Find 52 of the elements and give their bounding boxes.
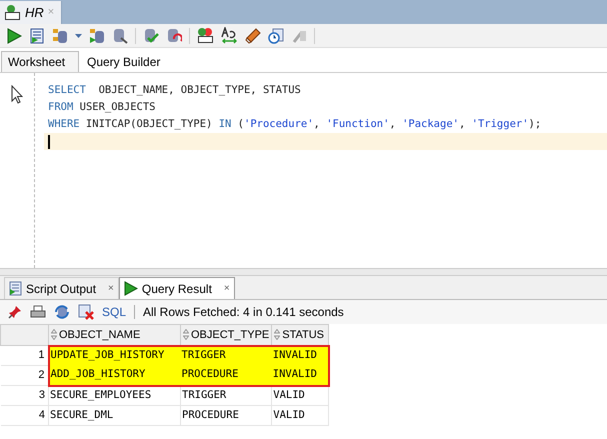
editor-tab[interactable]: Worksheet (1, 51, 79, 72)
close-icon[interactable]: × (108, 281, 114, 296)
tab-title: HR (25, 4, 44, 22)
table-cell: UPDATE_JOB_HISTORY (48, 346, 180, 366)
font-case-icon[interactable] (221, 27, 238, 44)
column-header[interactable]: STATUS (272, 324, 329, 346)
database-icon[interactable] (89, 28, 105, 44)
row-number: 3 (0, 386, 48, 406)
table-cell: INVALID (272, 346, 329, 366)
close-icon[interactable]: × (224, 281, 230, 296)
table-cell: ADD_JOB_HISTORY (48, 366, 180, 386)
sort-icon (183, 329, 189, 340)
row-number: 4 (0, 406, 48, 426)
code-line: FROM USER_OBJECTS (48, 100, 156, 115)
clock-icon[interactable] (268, 28, 284, 44)
play-icon (124, 281, 138, 296)
code-line: WHERE INITCAP(OBJECT_TYPE) IN ('Procedure', 'Function', 'Package', 'Trigger'); (48, 116, 542, 132)
table-cell: SECURE_DML (48, 406, 180, 426)
database-icon[interactable] (52, 28, 68, 44)
result-tab[interactable]: Query Result × (118, 277, 235, 299)
refresh-icon[interactable] (54, 304, 70, 320)
document-tab[interactable]: HR × (0, 1, 62, 24)
fetch-status: All Rows Fetched: 4 in 0.141 seconds (143, 304, 344, 321)
text-cursor (48, 134, 50, 148)
table-cell: TRIGGER (180, 386, 272, 406)
pin-icon[interactable] (8, 305, 22, 319)
eraser-icon[interactable] (245, 28, 261, 44)
code-line: SELECT OBJECT_NAME, OBJECT_TYPE, STATUS (48, 82, 301, 98)
pointer-icon (11, 85, 23, 104)
run-icon[interactable] (6, 28, 22, 44)
table-cell: PROCEDURE (180, 406, 272, 426)
sql-link[interactable]: SQL (102, 303, 126, 321)
table-cell: VALID (272, 406, 329, 426)
delete-icon[interactable] (78, 304, 94, 320)
database-icon (4, 4, 21, 21)
column-header[interactable]: OBJECT_NAME (48, 324, 180, 346)
commit-icon[interactable] (143, 28, 159, 44)
table-cell: TRIGGER (180, 346, 272, 366)
printer-icon[interactable] (30, 305, 46, 319)
rollback-icon[interactable] (166, 28, 182, 44)
table-cell: INVALID (272, 366, 329, 386)
table-cell: VALID (272, 386, 329, 406)
table-cell: SECURE_EMPLOYEES (48, 386, 180, 406)
sql-icon[interactable] (197, 27, 214, 44)
document-icon (9, 281, 22, 296)
table-cell: PROCEDURE (180, 366, 272, 386)
sort-icon (274, 329, 280, 340)
column-header[interactable]: OBJECT_TYPE (180, 324, 272, 346)
sort-icon (51, 329, 57, 340)
result-tab[interactable]: Script Output × (4, 277, 119, 299)
script-icon[interactable] (29, 28, 45, 44)
caret-icon[interactable] (75, 32, 82, 38)
